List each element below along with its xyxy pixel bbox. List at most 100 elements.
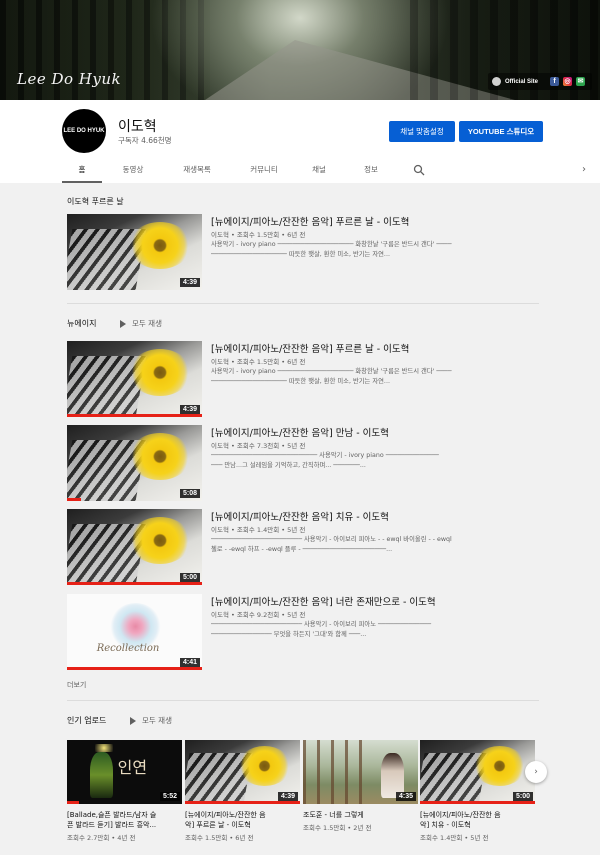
- play-all-label: 모두 재생: [142, 716, 172, 725]
- divider: [67, 303, 539, 304]
- tab-playlists[interactable]: 재생목록: [172, 158, 222, 183]
- video-duration: 4:39: [179, 278, 200, 287]
- video-duration: 5:00: [179, 573, 200, 582]
- globe-icon: [492, 77, 501, 86]
- video-desc-1: ──────────────────────── 사용악기 - 아이보리 피아노…: [211, 536, 452, 543]
- video-thumbnail[interactable]: 5:00: [420, 740, 535, 804]
- card-title[interactable]: 조도훈 - 너를 그렇게: [303, 810, 364, 820]
- popular-shelf-title[interactable]: 인기 업로드: [67, 715, 106, 726]
- video-duration: 5:08: [179, 489, 200, 498]
- watch-progress: [67, 414, 202, 417]
- thumb-flower: [472, 746, 526, 787]
- card-meta: 조회수 1.5만회 • 6년 전: [185, 834, 254, 842]
- video-duration: 4:39: [277, 792, 298, 801]
- chevron-right-icon: ›: [534, 767, 538, 777]
- card-meta: 조회수 2.7만회 • 4년 전: [67, 834, 136, 842]
- watch-progress: [67, 801, 79, 804]
- watch-progress: [67, 498, 81, 501]
- gmail-icon[interactable]: ✉: [576, 77, 586, 86]
- instagram-icon[interactable]: ◎: [563, 77, 573, 86]
- watch-progress: [420, 801, 535, 804]
- video-desc-1: ──────────────────────────── 사용악기 - ivor…: [211, 452, 439, 459]
- thumb-flower: [129, 221, 192, 269]
- channel-header: LEE DO HYUK 이도혁 구독자 4.66천명 채널 맞춤설정 YOUTU…: [0, 100, 600, 183]
- thumb-figure: [90, 751, 113, 798]
- card-title[interactable]: [Ballade,슬픈 발라드/남자 슬 픈 발라드 듣기] 발라드 흥악...: [67, 810, 156, 830]
- featured-thumbnail[interactable]: 4:39: [67, 214, 202, 290]
- featured-video-desc-1: 사용악기 - ivory piano ──────────────────── …: [211, 241, 452, 248]
- featured-video-title[interactable]: [뉴에이지/피아노/잔잔한 음악] 푸르른 날 - 이도혁: [211, 214, 409, 228]
- video-meta: 이도혁 • 조회수 7.3천회 • 5년 전: [211, 442, 306, 450]
- video-desc-2: ─── 만남...그 설레임을 기억하고, 간직하며... ───────...: [211, 462, 366, 469]
- avatar[interactable]: LEE DO HYUK: [62, 109, 106, 153]
- thumb-person: [381, 752, 405, 798]
- thumb-flower: [237, 746, 291, 787]
- carousel-next-button[interactable]: ›: [525, 761, 547, 783]
- search-icon[interactable]: [413, 164, 425, 176]
- video-thumbnail[interactable]: 4:35: [303, 740, 418, 804]
- banner-signature: Lee Do Hyuk: [17, 70, 122, 88]
- banner-links: Official Site f ◎ ✉: [488, 73, 592, 90]
- chevron-right-icon[interactable]: ›: [582, 164, 586, 175]
- video-desc-1: ──────────────────────── 사용악기 - 아이보리 피아노…: [211, 621, 432, 628]
- video-duration: 4:41: [179, 658, 200, 667]
- divider: [67, 700, 539, 701]
- tab-home[interactable]: 홈: [62, 158, 102, 183]
- watch-progress: [185, 801, 300, 804]
- tab-community[interactable]: 커뮤니티: [239, 158, 289, 183]
- channel-tabs: 홈 동영상 재생목록 커뮤니티 채널 정보 ›: [0, 158, 600, 183]
- card-title[interactable]: [뉴에이지/피아노/잔잔한 음 악] 치유 - 이도혁: [420, 810, 501, 830]
- video-title[interactable]: [뉴에이지/피아노/잔잔한 음악] 만남 - 이도혁: [211, 425, 389, 439]
- video-thumbnail[interactable]: 4:39: [185, 740, 300, 804]
- video-desc-2: ──────────────── 무엇을 하든지 '그대'와 함께 ───...: [211, 631, 367, 638]
- video-title[interactable]: [뉴에이지/피아노/잔잔한 음악] 너란 존재만으로 - 이도혁: [211, 594, 436, 608]
- thumb-text: 인연: [117, 758, 148, 778]
- channel-banner: Lee Do Hyuk Official Site f ◎ ✉: [0, 0, 600, 100]
- thumb-light: [94, 743, 113, 752]
- thumb-flower: [129, 348, 192, 396]
- thumb-caption: Recollection: [96, 642, 160, 654]
- video-thumbnail[interactable]: 5:00: [67, 509, 202, 585]
- play-all-label: 모두 재생: [132, 319, 162, 328]
- tab-about[interactable]: 정보: [354, 158, 388, 183]
- newage-play-all[interactable]: 모두 재생: [120, 318, 162, 329]
- card-meta: 조회수 1.4만회 • 5년 전: [420, 834, 489, 842]
- video-meta: 이도혁 • 조회수 9.2천회 • 5년 전: [211, 611, 306, 619]
- video-meta: 이도혁 • 조회수 1.5만회 • 6년 전: [211, 358, 306, 366]
- video-title[interactable]: [뉴에이지/피아노/잔잔한 음악] 푸르른 날 - 이도혁: [211, 341, 409, 355]
- play-icon: [130, 716, 136, 725]
- show-more-link[interactable]: 더보기: [67, 680, 86, 690]
- card-title[interactable]: [뉴에이지/피아노/잔잔한 음 악] 푸르른 날 - 이도혁: [185, 810, 266, 830]
- video-title[interactable]: [뉴에이지/피아노/잔잔한 음악] 치유 - 이도혁: [211, 509, 389, 523]
- video-duration: 4:39: [179, 405, 200, 414]
- watch-progress: [67, 582, 202, 585]
- customize-channel-button[interactable]: 채널 맞춤설정: [389, 121, 455, 142]
- tab-videos[interactable]: 동영상: [113, 158, 153, 183]
- video-desc-1: 사용악기 - ivory piano ──────────────────── …: [211, 368, 452, 375]
- official-site-link[interactable]: Official Site: [505, 79, 538, 85]
- channel-content: 이도혁 푸르른 날 4:39 [뉴에이지/피아노/잔잔한 음악] 푸르른 날 -…: [0, 183, 600, 855]
- tab-channels[interactable]: 채널: [302, 158, 336, 183]
- watch-progress: [67, 667, 202, 670]
- video-desc-2: 첼로 - -ewql 하프 - -ewql 플루 - ─────────────…: [211, 546, 393, 553]
- video-thumbnail[interactable]: 4:39: [67, 341, 202, 417]
- featured-shelf-title[interactable]: 이도혁 푸르른 날: [67, 196, 124, 207]
- popular-play-all[interactable]: 모두 재생: [130, 715, 172, 726]
- facebook-icon[interactable]: f: [550, 77, 560, 86]
- featured-video-meta: 이도혁 • 조회수 1.5만회 • 6년 전: [211, 231, 306, 239]
- thumb-flower: [129, 432, 192, 480]
- subscriber-count: 구독자 4.66천명: [118, 136, 172, 145]
- channel-name: 이도혁: [118, 119, 157, 135]
- video-thumbnail[interactable]: 인연 5:52: [67, 740, 182, 804]
- video-duration: 5:00: [512, 792, 533, 801]
- featured-video-desc-2: ──────────────────── 따듯한 햇살, 환한 미소, 반기는 …: [211, 251, 390, 258]
- thumb-trees: [303, 740, 372, 804]
- youtube-studio-button[interactable]: YOUTUBE 스튜디오: [459, 121, 543, 142]
- video-thumbnail[interactable]: 5:08: [67, 425, 202, 501]
- video-duration: 4:35: [395, 792, 416, 801]
- play-icon: [120, 319, 126, 328]
- newage-shelf-title[interactable]: 뉴에이지: [67, 318, 96, 329]
- video-duration: 5:52: [159, 792, 180, 801]
- video-thumbnail[interactable]: Recollection 4:41: [67, 594, 202, 670]
- video-desc-2: ──────────────────── 따듯한 햇살, 환한 미소, 반기는 …: [211, 378, 390, 385]
